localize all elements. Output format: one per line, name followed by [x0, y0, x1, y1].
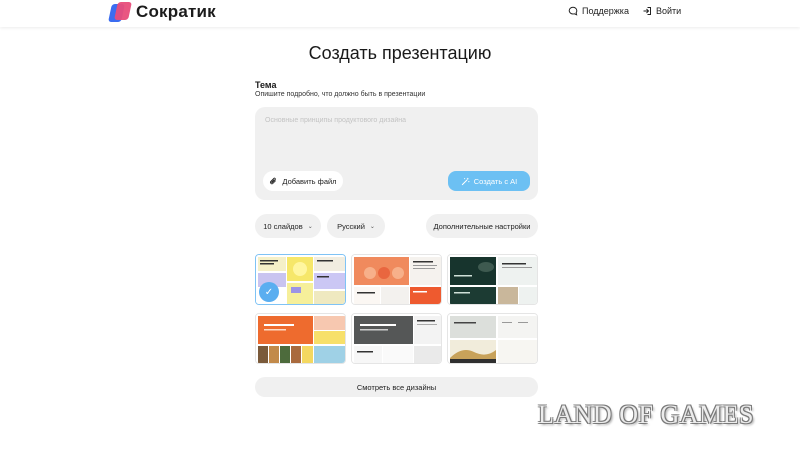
- design-grid: ✓: [255, 254, 538, 364]
- design-thumbnail: [448, 255, 537, 304]
- brand-name: Сократик: [136, 2, 216, 21]
- design-thumbnail: [448, 314, 537, 363]
- topic-hint: Опишите подробно, что должно быть в през…: [255, 91, 426, 98]
- design-card[interactable]: [351, 254, 442, 305]
- design-card[interactable]: ✓: [255, 254, 346, 305]
- selected-check-icon: ✓: [259, 282, 279, 302]
- language-value: Русский: [337, 221, 365, 231]
- design-thumbnail: [352, 314, 441, 363]
- create-ai-button[interactable]: Создать с AI: [448, 171, 530, 191]
- chevron-down-icon: ⌄: [307, 223, 313, 230]
- design-card[interactable]: [447, 313, 538, 364]
- support-label: Поддержка: [582, 6, 629, 16]
- language-select[interactable]: Русский ⌄: [327, 214, 385, 238]
- page-title: Создать презентацию: [308, 43, 492, 63]
- login-label: Войти: [656, 6, 682, 16]
- advanced-settings-label: Дополнительные настройки: [433, 221, 531, 231]
- chat-bubble-icon: [568, 6, 578, 16]
- slides-count-select[interactable]: 10 слайдов ⌄: [255, 214, 321, 238]
- design-card[interactable]: [255, 313, 346, 364]
- chevron-down-icon: ⌄: [369, 223, 375, 230]
- login-icon: [643, 7, 651, 15]
- advanced-settings-button[interactable]: Дополнительные настройки: [426, 214, 538, 238]
- paperclip-icon: [270, 177, 277, 184]
- design-thumbnail: [256, 314, 345, 363]
- slides-count-value: 10 слайдов: [263, 221, 303, 231]
- topic-input[interactable]: [265, 117, 525, 124]
- add-file-label: Добавить файл: [282, 176, 337, 186]
- design-thumbnail: [352, 255, 441, 304]
- magic-wand-icon: [461, 177, 470, 185]
- design-card[interactable]: [447, 254, 538, 305]
- login-link[interactable]: Войти: [642, 6, 681, 16]
- view-all-designs-button[interactable]: Смотреть все дизайны: [255, 377, 538, 397]
- support-link[interactable]: Поддержка: [568, 6, 629, 16]
- topic-label: Тема: [255, 80, 277, 90]
- brand-logo[interactable]: Сократик: [108, 2, 216, 22]
- top-header: Сократик Поддержка Войти: [0, 0, 800, 27]
- watermark-logo: LAND OF GAMES: [538, 400, 754, 429]
- design-card[interactable]: [351, 313, 442, 364]
- prompt-box: Добавить файл Создать с AI: [255, 107, 538, 200]
- brand-logo-icon: [108, 2, 132, 22]
- create-ai-label: Создать с AI: [473, 176, 518, 186]
- add-file-button[interactable]: Добавить файл: [263, 171, 343, 191]
